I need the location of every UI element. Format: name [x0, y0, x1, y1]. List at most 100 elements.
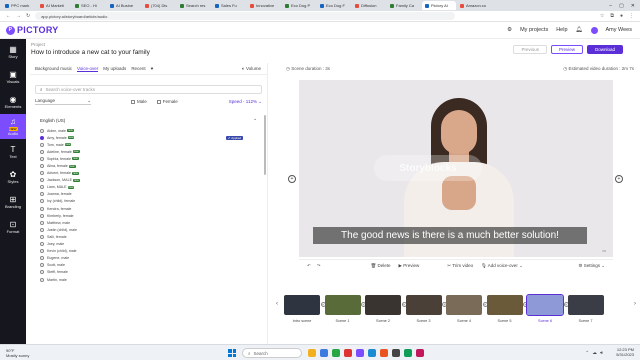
help-link[interactable]: Help	[556, 27, 567, 33]
taskbar-app-icon[interactable]	[392, 349, 400, 357]
sidebar-item-audio[interactable]: ♫ NEW Audio	[0, 114, 26, 139]
voice-radio[interactable]	[40, 206, 44, 211]
trim-video-button[interactable]: ✂ Trim video	[447, 263, 473, 269]
delete-button[interactable]: 🗑︎ Delete	[371, 263, 391, 269]
system-tray-icons[interactable]: ⌃ ☁ 🔊︎	[585, 350, 604, 356]
volume-control[interactable]: 🔈︎ Volume	[242, 66, 267, 71]
voice-list-item[interactable]: Justin (child), male	[40, 226, 258, 233]
windows-start-icon[interactable]	[228, 349, 236, 357]
voice-list-item[interactable]: Matthew, male	[40, 219, 258, 226]
voice-list-item[interactable]: Joanna, female	[40, 191, 258, 198]
scene-preview-button[interactable]: ▶ Preview	[399, 263, 420, 269]
voice-radio[interactable]	[40, 142, 44, 147]
voice-list-item[interactable]: Liam, MALE new	[40, 184, 258, 191]
taskbar-app-icon[interactable]	[416, 349, 424, 357]
scene-thumbnail[interactable]	[567, 295, 604, 315]
minimize-icon[interactable]: –	[609, 3, 612, 9]
menu-icon[interactable]: ⋮	[629, 13, 634, 19]
voice-radio[interactable]	[40, 213, 44, 218]
project-title[interactable]: How to introduce a new cat to your famil…	[31, 49, 150, 56]
voice-list-item[interactable]: Kevin (child), male	[40, 248, 258, 255]
add-scene-left-icon[interactable]: +	[288, 175, 296, 183]
voice-list-item[interactable]: Aiden, male new	[40, 127, 258, 134]
voice-list-item[interactable]: Salli, female	[40, 233, 258, 240]
voice-list-item[interactable]: Tom, male new	[40, 141, 258, 148]
previous-button[interactable]: Previous	[513, 45, 547, 54]
scene-thumbnail[interactable]	[284, 295, 320, 315]
add-scene-right-icon[interactable]: +	[615, 175, 623, 183]
voice-list-item[interactable]: Scott, male	[40, 262, 258, 269]
tab-my-uploads[interactable]: My uploads	[103, 66, 126, 71]
scene-thumbnail[interactable]	[324, 295, 361, 315]
browser-tab[interactable]: (704) Dis	[142, 1, 176, 10]
scene-thumbnail[interactable]	[486, 295, 523, 315]
voice-list-item[interactable]: Amy, female new ✔ Applied	[40, 134, 258, 141]
voice-list-item[interactable]: Steffi, female	[40, 269, 258, 276]
sidebar-item-format[interactable]: ⊡ Format	[0, 214, 26, 239]
voice-radio[interactable]	[40, 135, 44, 140]
browser-tab[interactable]: Amazon.co	[457, 1, 491, 10]
browser-tab[interactable]: Eco Dog P	[282, 1, 316, 10]
forward-icon[interactable]: →	[16, 13, 21, 19]
taskbar-app-icon[interactable]	[308, 349, 316, 357]
browser-tab[interactable]: Search res	[177, 1, 211, 10]
taskbar-app-icon[interactable]	[404, 349, 412, 357]
voice-radio[interactable]	[40, 128, 44, 133]
browser-tab[interactable]: Pictory AI	[422, 1, 456, 10]
undo-icon[interactable]: ↶	[307, 263, 311, 269]
voice-search-input[interactable]: ⌕ Search voice-over tracks	[35, 85, 262, 94]
video-preview-stage[interactable]: Storyblocks The good news is there is a …	[299, 80, 613, 257]
browser-tab[interactable]: Eco Dog F	[317, 1, 351, 10]
taskbar-app-icon[interactable]	[344, 349, 352, 357]
timeline-left-arrow-icon[interactable]: ‹	[276, 301, 278, 307]
voice-radio[interactable]	[40, 171, 44, 176]
close-icon[interactable]: ✕	[631, 3, 635, 9]
browser-tab[interactable]: Family Ca	[387, 1, 421, 10]
redo-icon[interactable]: ↷	[317, 263, 321, 269]
favorites-heart-icon[interactable]: ♥	[151, 66, 154, 71]
taskbar-app-icon[interactable]	[320, 349, 328, 357]
language-section-header[interactable]: English (US) ⌃	[40, 118, 262, 124]
sidebar-item-styles[interactable]: ✿ Styles	[0, 164, 26, 189]
scene-thumbnail[interactable]	[446, 295, 482, 315]
my-projects-link[interactable]: My projects	[520, 27, 548, 33]
notification-icon[interactable]: 🔔︎	[576, 27, 583, 33]
browser-tab[interactable]: Sales Fu	[212, 1, 246, 10]
extensions-icon[interactable]: ⧉	[610, 13, 614, 19]
avatar[interactable]	[590, 26, 598, 34]
browser-tab[interactable]: AI Marketi	[37, 1, 71, 10]
voice-list-item[interactable]: Adeline, female new	[40, 148, 258, 155]
voice-radio[interactable]	[40, 220, 44, 225]
voice-radio[interactable]	[40, 242, 44, 247]
reload-icon[interactable]: ↻	[26, 13, 30, 19]
voice-radio[interactable]	[40, 249, 44, 254]
taskbar-search[interactable]: ⌕ Search	[242, 348, 302, 358]
voice-list-item[interactable]: Kimberly, female	[40, 212, 258, 219]
clock[interactable]: 12:23 PM 5/31/2023	[616, 347, 634, 357]
voice-list-item[interactable]: Kendra, female	[40, 205, 258, 212]
settings-button[interactable]: ⚙ Settings ⌄	[578, 263, 605, 269]
video-caption[interactable]: The good news is there is a much better …	[313, 227, 587, 244]
voice-list-scrollbar[interactable]	[264, 115, 266, 175]
browser-tab[interactable]: Innovative	[247, 1, 281, 10]
taskbar-app-icon[interactable]	[368, 349, 376, 357]
voice-list-item[interactable]: Jackson, MALE new	[40, 177, 258, 184]
taskbar-app-icon[interactable]	[356, 349, 364, 357]
browser-tab[interactable]: AI Busine	[107, 1, 141, 10]
add-voice-over-button[interactable]: 🎙︎ Add voice-over ⌄	[481, 263, 523, 269]
language-select[interactable]: Language ⌄	[35, 98, 91, 105]
download-button[interactable]: Download	[586, 45, 623, 54]
male-checkbox[interactable]: Male	[131, 99, 147, 104]
voice-radio[interactable]	[40, 277, 44, 282]
sidebar-item-story[interactable]: ▦ Story	[0, 39, 26, 64]
speed-select[interactable]: Speed - 112% ⌄	[229, 99, 262, 105]
female-checkbox[interactable]: Female	[156, 99, 178, 104]
voice-list-item[interactable]: Advent, female new	[40, 170, 258, 177]
sidebar-item-visuals[interactable]: ▣ Visuals	[0, 64, 26, 89]
voice-list-item[interactable]: Joey, male	[40, 241, 258, 248]
voice-radio[interactable]	[40, 256, 44, 261]
voice-list-item[interactable]: Alina, female new	[40, 162, 258, 169]
browser-tab[interactable]: Diffusion	[352, 1, 386, 10]
taskbar-app-icon[interactable]	[380, 349, 388, 357]
sidebar-item-branding[interactable]: ⊞ Branding	[0, 189, 26, 214]
